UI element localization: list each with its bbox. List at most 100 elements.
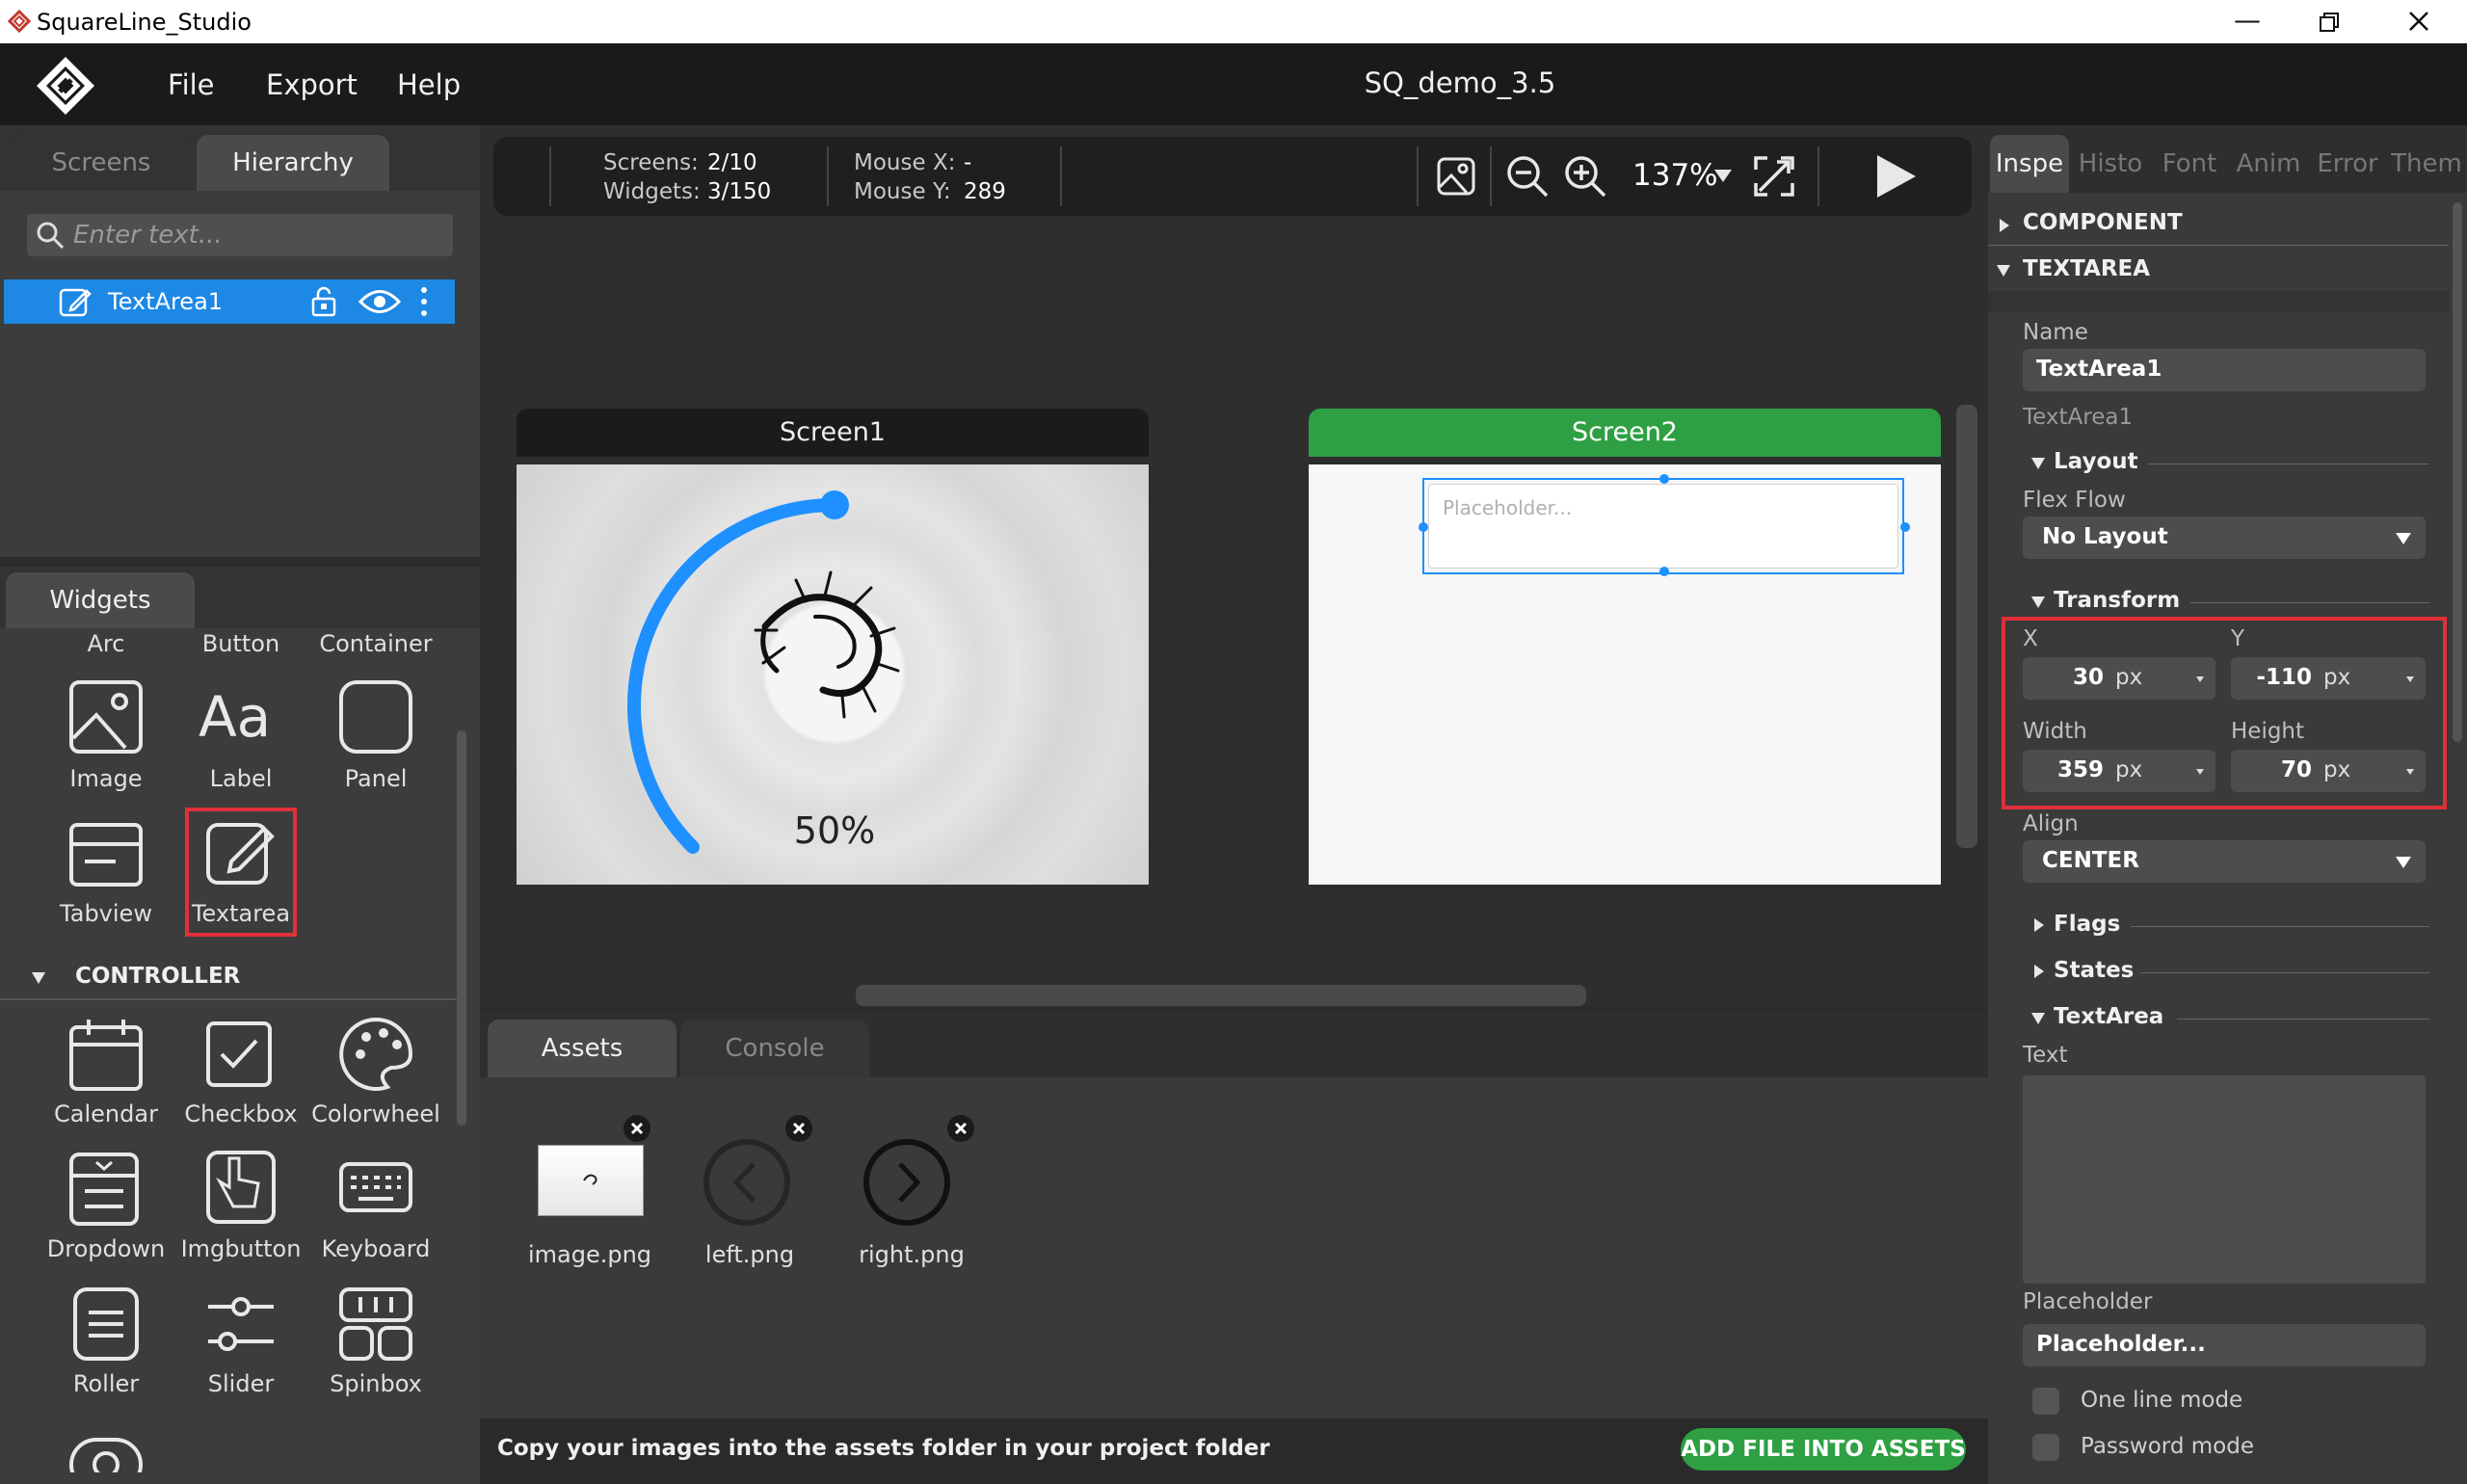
chevron-right-icon[interactable] — [2032, 917, 2046, 933]
keyboard-widget-icon[interactable] — [337, 1160, 414, 1214]
resize-handle[interactable] — [1419, 522, 1428, 532]
chevron-down-icon[interactable] — [1996, 264, 2011, 278]
image-widget-icon[interactable] — [67, 678, 145, 755]
close-button[interactable] — [2407, 10, 2430, 33]
widget-label-checkbox[interactable]: Checkbox — [173, 1100, 308, 1127]
component-section-header[interactable]: COMPONENT — [2023, 210, 2183, 235]
width-input[interactable]: 359 px — [2023, 750, 2215, 792]
password-mode-checkbox[interactable] — [2032, 1434, 2059, 1461]
controller-collapse-icon[interactable] — [31, 971, 46, 985]
unlock-icon[interactable] — [308, 285, 339, 318]
panel-widget-icon[interactable] — [337, 678, 414, 755]
text-textarea[interactable] — [2023, 1075, 2426, 1284]
canvas-horizontal-scrollbar[interactable] — [856, 985, 1586, 1006]
calendar-widget-icon[interactable] — [67, 1018, 145, 1095]
more-options-icon[interactable] — [418, 285, 430, 318]
widget-label-keyboard[interactable]: Keyboard — [308, 1235, 443, 1262]
inspector-scrollbar[interactable] — [2453, 202, 2462, 742]
checkbox-widget-icon[interactable] — [204, 1020, 274, 1089]
screen2-titlebar[interactable]: Screen2 — [1309, 409, 1941, 457]
play-icon[interactable] — [1873, 152, 1918, 200]
hierarchy-item-textarea1[interactable]: TextArea1 — [4, 279, 455, 324]
chevron-down-icon[interactable] — [2030, 596, 2046, 609]
slider-widget-icon[interactable] — [204, 1291, 278, 1359]
tab-hierarchy[interactable]: Hierarchy — [197, 135, 389, 191]
layout-section-header[interactable]: Layout — [2054, 449, 2138, 474]
resize-handle[interactable] — [1659, 474, 1669, 484]
tab-widgets[interactable]: Widgets — [6, 572, 195, 628]
textarea-props-header[interactable]: TextArea — [2054, 1004, 2163, 1029]
canvas-vertical-scrollbar[interactable] — [1956, 405, 1977, 848]
flags-section-header[interactable]: Flags — [2054, 912, 2120, 937]
remove-asset-icon[interactable] — [946, 1114, 975, 1143]
states-section-header[interactable]: States — [2054, 958, 2134, 983]
menu-file[interactable]: File — [168, 68, 215, 101]
remove-asset-icon[interactable] — [623, 1114, 651, 1143]
chevron-right-icon[interactable] — [1998, 218, 2011, 233]
widget-label-calendar[interactable]: Calendar — [39, 1100, 173, 1127]
zoom-level-dropdown[interactable]: 137% — [1632, 158, 1718, 193]
widget-label-container[interactable]: Container — [308, 630, 443, 657]
widget-label-arc[interactable]: Arc — [39, 630, 173, 657]
screen1-canvas[interactable]: 50% — [517, 464, 1149, 885]
tab-font[interactable]: Font — [2150, 135, 2229, 193]
resize-handle[interactable] — [1900, 522, 1910, 532]
imgbutton-widget-icon[interactable] — [204, 1149, 278, 1226]
tab-theme[interactable]: Them — [2387, 135, 2466, 193]
controller-header[interactable]: CONTROLLER — [75, 964, 240, 989]
widget-label-imgbutton[interactable]: Imgbutton — [173, 1235, 308, 1262]
tab-error[interactable]: Error — [2308, 135, 2387, 193]
one-line-mode-checkbox[interactable] — [2032, 1388, 2059, 1415]
colorwheel-widget-icon[interactable] — [337, 1016, 414, 1093]
widget-label-button[interactable]: Button — [173, 630, 308, 657]
height-input[interactable]: 70 px — [2231, 750, 2426, 792]
screen2-canvas[interactable]: Placeholder... — [1309, 464, 1941, 885]
widget-label-textarea[interactable]: Textarea — [173, 900, 308, 927]
tab-inspector[interactable]: Inspe — [1990, 135, 2069, 193]
zoom-out-icon[interactable] — [1505, 154, 1550, 199]
dropdown-widget-icon[interactable] — [67, 1151, 141, 1228]
chevron-right-icon[interactable] — [2032, 964, 2046, 979]
menu-export[interactable]: Export — [266, 68, 358, 101]
visibility-eye-icon[interactable] — [358, 287, 401, 316]
transform-section-header[interactable]: Transform — [2054, 588, 2180, 613]
widgets-scrollbar[interactable] — [457, 730, 466, 1126]
widget-label-roller[interactable]: Roller — [39, 1370, 173, 1397]
x-input[interactable]: 30 px — [2023, 657, 2215, 700]
name-input[interactable]: TextArea1 — [2023, 349, 2426, 391]
chevron-down-icon[interactable] — [2030, 457, 2046, 470]
roller-widget-icon[interactable] — [71, 1285, 141, 1363]
tab-screens[interactable]: Screens — [10, 135, 193, 191]
tab-assets[interactable]: Assets — [488, 1020, 676, 1077]
tab-history[interactable]: Histo — [2071, 135, 2150, 193]
textarea-selection-box[interactable]: Placeholder... — [1419, 474, 1910, 576]
search-input[interactable]: Enter text... — [73, 221, 223, 250]
label-widget-icon[interactable]: Aa — [199, 684, 271, 750]
flex-flow-dropdown[interactable]: No Layout — [2023, 517, 2426, 559]
minimize-button[interactable]: — — [2234, 4, 2261, 36]
remove-asset-icon[interactable] — [784, 1114, 813, 1143]
switch-widget-icon[interactable] — [67, 1434, 145, 1472]
fit-screen-icon[interactable] — [1752, 154, 1796, 199]
chevron-down-icon[interactable] — [1713, 168, 1733, 183]
widget-label-panel[interactable]: Panel — [308, 765, 443, 792]
search-box[interactable]: Enter text... — [27, 214, 453, 256]
tab-console[interactable]: Console — [680, 1020, 869, 1077]
asset-thumb-image[interactable] — [538, 1145, 644, 1216]
placeholder-input[interactable]: Placeholder... — [2023, 1324, 2426, 1366]
screen1-titlebar[interactable]: Screen1 — [517, 409, 1149, 457]
spinbox-widget-icon[interactable] — [337, 1285, 414, 1363]
background-image-icon[interactable] — [1436, 156, 1476, 197]
widget-label-label[interactable]: Label — [173, 765, 308, 792]
arc-knob[interactable] — [820, 490, 849, 519]
align-dropdown[interactable]: CENTER — [2023, 840, 2426, 883]
widget-label-spinbox[interactable]: Spinbox — [308, 1370, 443, 1397]
y-input[interactable]: -110 px — [2231, 657, 2426, 700]
add-file-button[interactable]: ADD FILE INTO ASSETS — [1681, 1428, 1966, 1471]
chevron-down-icon[interactable] — [2030, 1012, 2046, 1025]
widget-label-dropdown[interactable]: Dropdown — [39, 1235, 173, 1262]
textarea1-widget[interactable]: Placeholder... — [1428, 484, 1898, 569]
restore-button[interactable] — [2319, 12, 2342, 33]
tabview-widget-icon[interactable] — [67, 821, 145, 888]
menu-help[interactable]: Help — [397, 68, 461, 101]
